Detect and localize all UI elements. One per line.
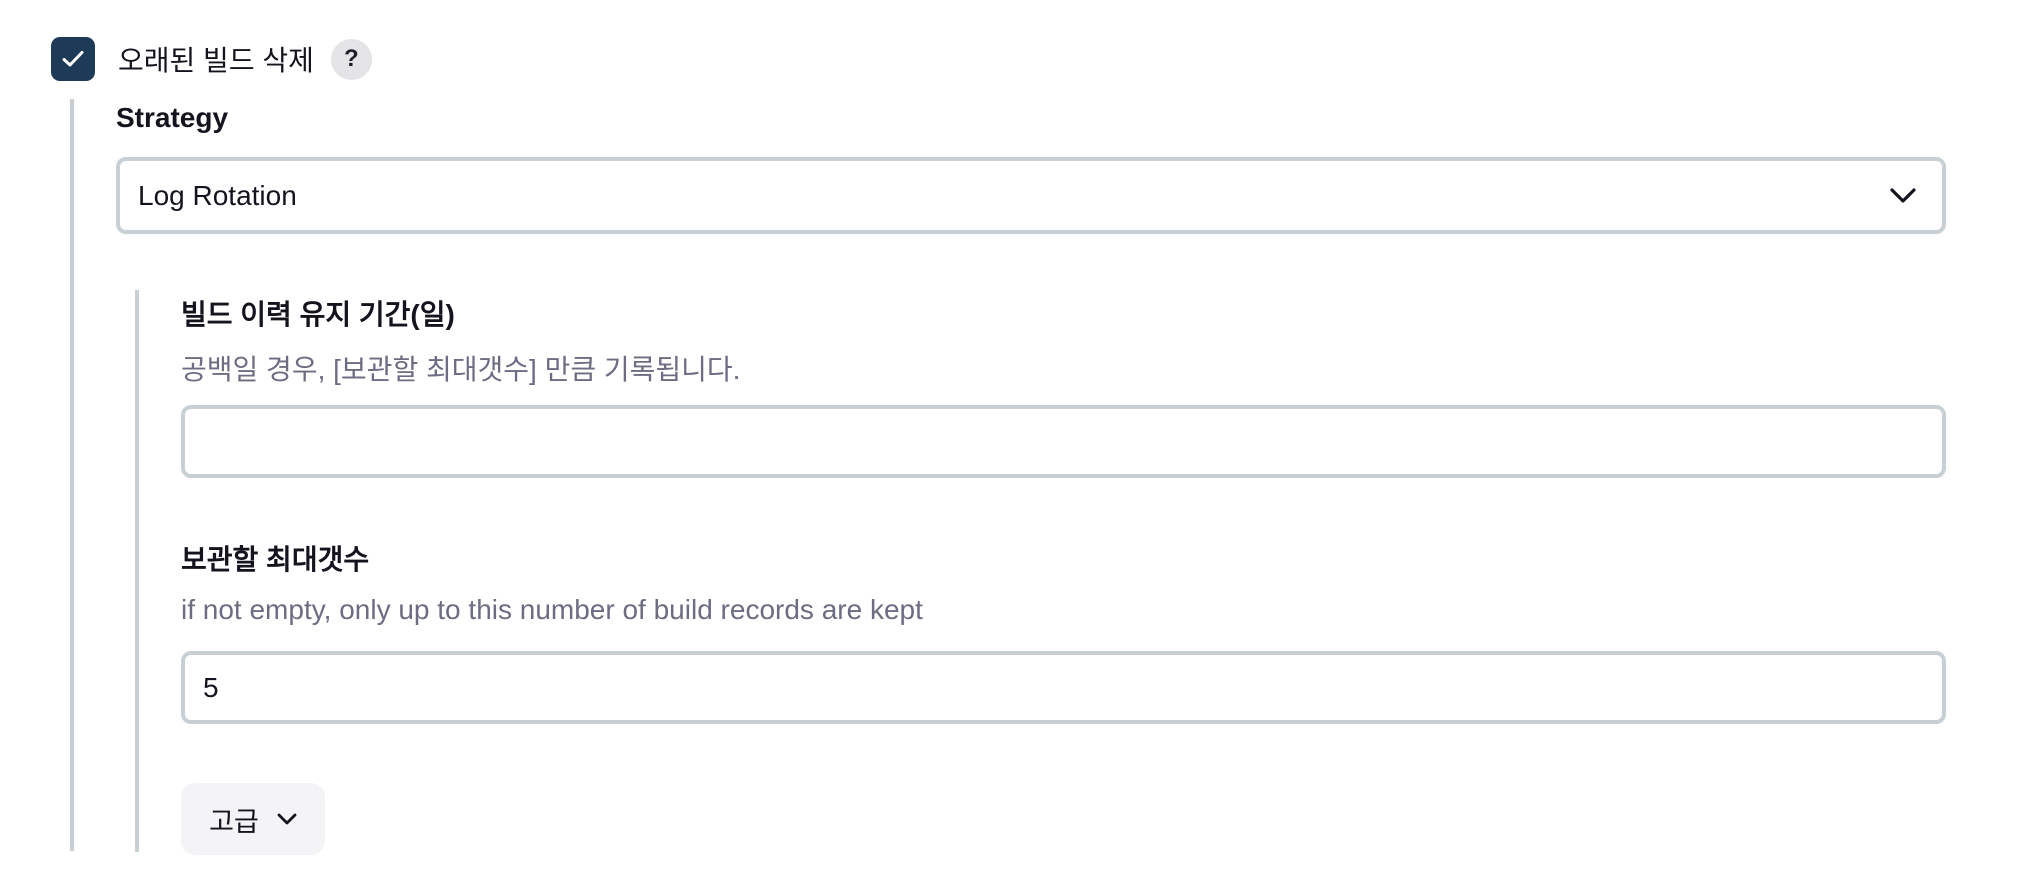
subsection-divider <box>135 290 139 852</box>
days-to-keep-input[interactable] <box>181 405 1946 478</box>
check-icon <box>62 51 84 67</box>
strategy-select[interactable]: Log Rotation <box>116 157 1946 234</box>
help-button[interactable]: ? <box>330 38 372 80</box>
strategy-select-value: Log Rotation <box>138 179 297 211</box>
advanced-button[interactable]: 고급 <box>181 783 325 855</box>
days-to-keep-description: 공백일 경우, [보관할 최대갯수] 만큼 기록됩니다. <box>181 354 741 385</box>
chevron-down-icon <box>277 813 297 825</box>
chevron-down-icon <box>1890 187 1916 203</box>
discard-old-builds-label[interactable]: 오래된 빌드 삭제 <box>118 39 314 79</box>
days-to-keep-label: 빌드 이력 유지 기간(일) <box>181 299 455 330</box>
discard-old-builds-row: 오래된 빌드 삭제 ? <box>51 37 372 81</box>
discard-old-builds-checkbox[interactable] <box>51 37 95 81</box>
max-to-keep-label: 보관할 최대갯수 <box>181 544 370 575</box>
advanced-label: 고급 <box>209 806 259 837</box>
max-to-keep-input[interactable]: 5 <box>181 651 1946 724</box>
strategy-label: Strategy <box>116 102 229 133</box>
max-to-keep-description: if not empty, only up to this number of … <box>181 594 923 625</box>
section-divider <box>70 99 74 851</box>
